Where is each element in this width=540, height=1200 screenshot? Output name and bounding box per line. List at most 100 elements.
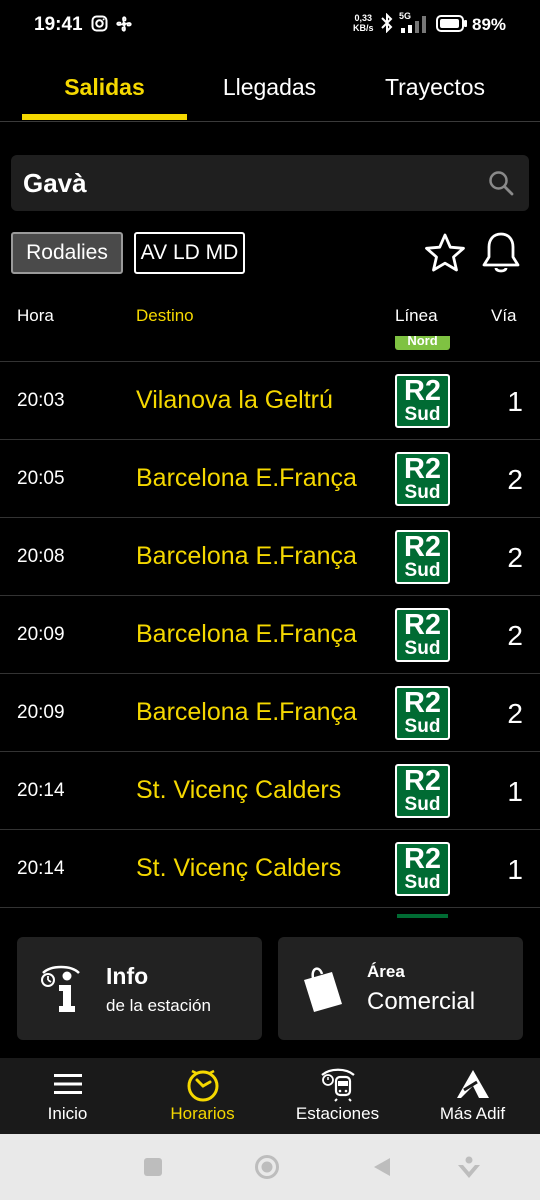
departure-time: 20:14 — [17, 858, 65, 879]
track-number: 2 — [507, 542, 523, 573]
line-badge-sub: Sud — [404, 872, 441, 893]
line-badge-sub: Sud — [404, 794, 441, 815]
departures-table-header: Hora Destino Línea Vía — [0, 306, 540, 336]
line-badge-nord: Nord — [395, 336, 450, 350]
header-time: Hora — [17, 306, 54, 325]
line-badge-sub: Nord — [407, 336, 438, 348]
status-bar: 19:41 0,33 KB/s 5G 89% — [0, 0, 540, 52]
track-number: 2 — [507, 620, 523, 651]
table-row[interactable]: 20:05 Barcelona E.França R2 Sud 2 — [0, 440, 540, 518]
table-row[interactable]: 20:08 Barcelona E.França R2 Sud 2 — [0, 518, 540, 596]
commercial-area-card[interactable]: Área Comercial — [278, 937, 523, 1040]
destination: Barcelona E.França — [136, 464, 357, 492]
line-badge-line: R2 — [403, 687, 442, 719]
destination: Barcelona E.França — [136, 542, 357, 570]
filter-av-ld-md[interactable]: AV LD MD — [134, 232, 245, 274]
line-badge-line: R2 — [403, 765, 442, 797]
line-badge-line: R2 — [403, 453, 442, 485]
destination: Vilanova la Geltrú — [136, 386, 333, 414]
header-line: Línea — [395, 306, 438, 325]
line-badge-line: R2 — [403, 531, 442, 563]
destination: Barcelona E.França — [136, 698, 357, 726]
nav-label: Estaciones — [295, 1104, 380, 1123]
line-badge-line: R2 — [403, 375, 442, 407]
card-subtitle: de la estación — [106, 996, 211, 1015]
table-row[interactable]: 20:14 St. Vicenç Calders R2 Sud 1 — [0, 830, 540, 908]
line-badge-line: R2 — [403, 609, 442, 641]
header-destination: Destino — [136, 306, 194, 325]
nav-estaciones[interactable]: Estaciones — [270, 1058, 405, 1134]
favorite-star-icon[interactable] — [423, 232, 467, 279]
net-speed: 0,33 KB/s — [353, 13, 374, 33]
track-number: 1 — [507, 854, 523, 885]
battery-icon — [436, 15, 468, 37]
card-title: Área — [367, 962, 405, 981]
destination: St. Vicenç Calders — [136, 776, 342, 804]
back-button-icon[interactable] — [371, 1156, 393, 1183]
system-navigation-bar — [0, 1134, 540, 1200]
header-track: Vía — [491, 306, 517, 325]
nav-label: Horarios — [170, 1104, 235, 1123]
station-search[interactable] — [11, 155, 529, 211]
departure-time: 20:14 — [17, 780, 65, 801]
search-icon[interactable] — [487, 169, 515, 202]
line-badge-r2-sud: R2 Sud — [395, 530, 450, 584]
menu-icon — [53, 1074, 82, 1099]
line-badge-r2-sud: R2 Sud — [395, 686, 450, 740]
line-badge-sub: Sud — [404, 482, 441, 503]
line-badge-r2-sud: R2 Sud — [395, 842, 450, 896]
departure-time: 20:03 — [17, 390, 65, 411]
clock-icon — [186, 1068, 220, 1107]
nav-mas-adif[interactable]: Más Adif — [405, 1058, 540, 1134]
destination: St. Vicenç Calders — [136, 854, 342, 882]
departure-time: 20:09 — [17, 624, 65, 645]
line-badge-sub: Sud — [404, 716, 441, 737]
table-row[interactable]: 20:03 Vilanova la Geltrú R2 Sud 1 — [0, 362, 540, 440]
instagram-icon — [91, 15, 108, 37]
table-row[interactable]: 20:14 St. Vicenç Calders R2 Sud 1 — [0, 752, 540, 830]
bluetooth-icon — [380, 12, 394, 38]
nav-label: Inicio — [47, 1104, 88, 1123]
track-number: 2 — [507, 464, 523, 495]
tab-llegadas[interactable]: Llegadas — [187, 74, 352, 122]
table-row[interactable]: 20:09 Barcelona E.França R2 Sud 2 — [0, 674, 540, 752]
fan-icon — [115, 15, 133, 38]
bottom-navigation: Inicio Horarios Estaciones Más Adif — [0, 1058, 540, 1134]
nav-inicio[interactable]: Inicio — [0, 1058, 135, 1134]
battery-level: 89% — [472, 15, 507, 34]
home-button-icon[interactable] — [254, 1154, 280, 1185]
filter-rodalies[interactable]: Rodalies — [11, 232, 123, 274]
station-search-input[interactable] — [23, 168, 463, 199]
line-badge-sub: Sud — [404, 638, 441, 659]
info-icon — [37, 963, 85, 1020]
line-badge-sub: Sud — [404, 404, 441, 425]
table-row[interactable]: 20:09 Barcelona E.França R2 Sud 2 — [0, 596, 540, 674]
destination: Barcelona E.França — [136, 620, 357, 648]
track-number: 1 — [507, 776, 523, 807]
recents-button-icon[interactable] — [143, 1157, 163, 1182]
notification-bell-icon[interactable] — [479, 230, 523, 281]
card-subtitle: Comercial — [367, 988, 476, 1015]
net-speed-value: 0,33 — [354, 13, 373, 23]
nav-label: Más Adif — [439, 1104, 506, 1123]
line-badge-r2-sud: R2 Sud — [395, 374, 450, 428]
line-badge-sub: Sud — [404, 560, 441, 581]
network-type: 5G — [399, 11, 412, 21]
signal-5g-icon: 5G — [399, 11, 431, 39]
tab-trayectos[interactable]: Trayectos — [352, 74, 518, 122]
departure-time: 20:09 — [17, 702, 65, 723]
track-number: 1 — [507, 386, 523, 417]
table-row-partial[interactable]: Nord — [0, 336, 540, 362]
info-cards: Info de la estación Área Comercial — [0, 918, 540, 1058]
line-badge-r2-sud: R2 Sud — [395, 764, 450, 818]
net-speed-unit: KB/s — [353, 23, 374, 33]
active-tab-indicator — [22, 114, 187, 120]
station-info-card[interactable]: Info de la estación — [17, 937, 262, 1040]
nav-horarios[interactable]: Horarios — [135, 1058, 270, 1134]
departures-list[interactable]: Nord 20:03 Vilanova la Geltrú R2 Sud 1 20… — [0, 336, 540, 918]
adif-logo-icon — [455, 1068, 491, 1107]
departure-time: 20:05 — [17, 468, 65, 489]
assistant-button-icon[interactable] — [456, 1154, 482, 1185]
card-title: Info — [106, 963, 149, 989]
line-badge-line: R2 — [403, 843, 442, 875]
